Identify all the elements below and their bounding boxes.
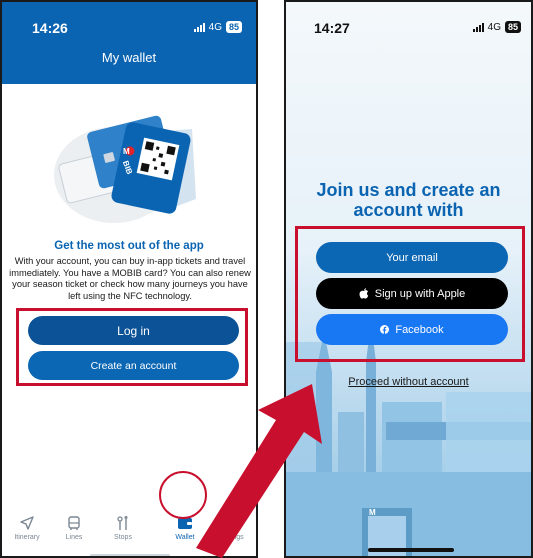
building-sign: M <box>369 508 376 517</box>
battery-icon: 85 <box>504 21 521 33</box>
signal-icon <box>472 22 484 32</box>
nav-item-lines[interactable]: Lines <box>49 515 99 541</box>
nav-label: Lines <box>65 534 83 541</box>
status-indicators: 4G 85 <box>472 21 521 33</box>
gear-icon <box>224 516 238 530</box>
card-letter: M <box>123 147 130 156</box>
stops-icon <box>117 516 128 530</box>
status-time: 14:26 <box>32 20 68 36</box>
home-indicator <box>90 554 170 556</box>
nav-item-itinerary[interactable]: Itinerary <box>2 515 52 541</box>
nav-item-stops[interactable]: Stops <box>98 515 148 541</box>
page-title: My wallet <box>101 50 157 65</box>
network-label: 4G <box>487 21 501 33</box>
network-label: 4G <box>208 21 222 33</box>
home-indicator <box>368 548 454 552</box>
signup-title: Join us and create an account with <box>316 180 501 220</box>
status-bar: 14:27 4G 85 <box>286 2 531 42</box>
nav-label: Itinerary <box>14 534 40 541</box>
nav-label: Stops <box>114 534 132 541</box>
bottom-navigation: Itinerary Lines Stops Wallet Settings <box>2 507 256 556</box>
proceed-without-account-link[interactable]: Proceed without account <box>286 376 531 388</box>
status-indicators: 4G 85 <box>193 21 242 33</box>
promo-headline: Get the most out of the app <box>54 240 204 252</box>
highlight-circle-wallet-tab <box>159 471 207 519</box>
promo-body: With your account, you can buy in-app ti… <box>9 256 251 301</box>
status-time: 14:27 <box>314 20 350 36</box>
nav-label: Wallet <box>175 534 195 541</box>
battery-icon: 85 <box>225 21 242 33</box>
app-header: 14:26 4G 85 My wallet <box>2 2 256 84</box>
signal-icon <box>193 22 205 32</box>
nav-label: Settings <box>218 534 244 541</box>
navigation-arrow-icon <box>20 516 34 530</box>
nav-item-settings[interactable]: Settings <box>206 515 256 541</box>
status-bar: 14:26 4G 85 <box>2 2 256 42</box>
bus-icon <box>68 516 80 530</box>
highlight-box-login-buttons <box>16 308 248 386</box>
left-phone-screen: 14:26 4G 85 My wallet M BIB Get the most… <box>0 0 258 558</box>
highlight-box-signup-buttons <box>295 226 525 362</box>
wallet-cards-illustration: M BIB <box>54 115 196 223</box>
